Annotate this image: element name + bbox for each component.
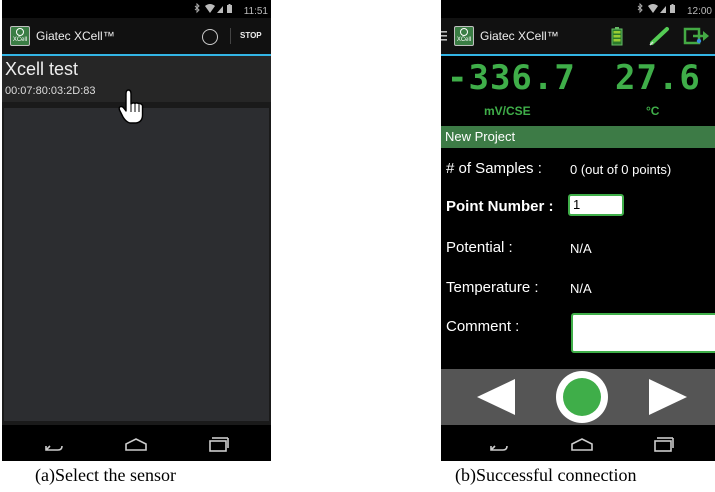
menu-icon[interactable]: [441, 31, 447, 41]
samples-value: 0 (out of 0 points): [570, 162, 672, 177]
status-bar: 11:51: [2, 0, 271, 18]
status-icons: [636, 2, 684, 17]
navigation-bar: [441, 425, 715, 461]
point-number-input[interactable]: 1: [568, 194, 624, 216]
app-logo-icon[interactable]: XCell: [454, 26, 474, 46]
action-bar: XCell Giatec XCell™: [441, 18, 715, 56]
temperature-unit: °C: [646, 104, 660, 118]
phone-screen-select-sensor: 11:51 XCell Giatec XCell™ STOP Xcell tes…: [2, 0, 271, 461]
potential-value: N/A: [570, 241, 592, 256]
probe-icon[interactable]: [649, 26, 671, 46]
back-icon[interactable]: [485, 431, 513, 455]
comment-input[interactable]: [571, 313, 715, 353]
device-name: Xcell test: [5, 59, 79, 79]
usb-export-icon[interactable]: [683, 25, 711, 47]
bluetooth-wifi-signal-battery-icon: [637, 2, 676, 14]
potential-unit: mV/CSE: [484, 104, 531, 118]
next-arrow-icon[interactable]: [647, 377, 689, 417]
home-icon[interactable]: [122, 431, 150, 455]
point-number-label: Point Number :: [446, 198, 554, 215]
record-icon[interactable]: [555, 370, 609, 424]
caption-b: (b)Successful connection: [455, 465, 637, 485]
action-bar: XCell Giatec XCell™ STOP: [2, 18, 271, 56]
recent-apps-icon[interactable]: [649, 431, 677, 455]
home-icon[interactable]: [568, 431, 596, 455]
hand-cursor-icon: [118, 89, 144, 124]
status-time: 12:00: [686, 6, 712, 17]
back-icon[interactable]: [40, 431, 68, 455]
record-controls: [441, 369, 715, 425]
status-icons: [193, 2, 241, 17]
app-title: Giatec XCell™: [480, 29, 559, 43]
caption-a: (a)Select the sensor: [35, 465, 176, 485]
stop-button[interactable]: STOP: [240, 31, 262, 40]
comment-label: Comment :: [446, 318, 520, 335]
navigation-bar: [2, 425, 271, 461]
app-title: Giatec XCell™: [36, 29, 115, 43]
temperature-reading: 27.6: [615, 58, 701, 98]
recent-apps-icon[interactable]: [204, 431, 232, 455]
phone-screen-connected: 12:00 XCell Giatec XCell™ -336.7 27.6 mV…: [441, 0, 715, 461]
readings-panel: -336.7 27.6 mV/CSE °C: [441, 56, 715, 126]
measurement-form: # of Samples : 0 (out of 0 points) Point…: [441, 148, 715, 369]
potential-label: Potential :: [446, 239, 513, 256]
app-logo-icon[interactable]: XCell: [10, 26, 30, 46]
status-time: 11:51: [243, 6, 268, 17]
spinner-icon: [202, 29, 218, 45]
divider: [230, 28, 231, 44]
temperature-label: Temperature :: [446, 279, 539, 296]
temperature-value: N/A: [570, 281, 592, 296]
project-name: New Project: [441, 126, 715, 148]
bluetooth-wifi-signal-battery-icon: [194, 2, 232, 14]
battery-full-icon: [611, 27, 623, 46]
samples-label: # of Samples :: [446, 160, 542, 177]
potential-reading: -336.7: [447, 58, 576, 98]
list-empty-area: [4, 108, 269, 421]
status-bar: 12:00: [441, 0, 715, 18]
device-mac-address: 00:07:80:03:2D:83: [5, 85, 96, 97]
previous-arrow-icon[interactable]: [475, 377, 517, 417]
